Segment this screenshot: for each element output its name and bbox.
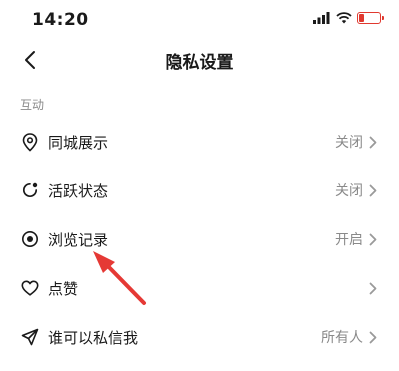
signal-icon: [313, 12, 330, 24]
nav-bar: 隐私设置: [0, 40, 399, 80]
activity-status-icon: [20, 180, 40, 200]
eye-icon: [20, 229, 40, 249]
chevron-right-icon: [367, 183, 379, 197]
battery-icon: [357, 12, 384, 24]
section-label: 互动: [20, 98, 45, 112]
system-icons: [313, 12, 384, 24]
send-icon: [20, 327, 40, 347]
setting-row-local-display[interactable]: 同城展示 关闭: [0, 118, 399, 166]
setting-label: 谁可以私信我: [48, 328, 139, 347]
setting-row-who-can-message[interactable]: 谁可以私信我 所有人: [0, 313, 399, 361]
chevron-right-icon: [367, 281, 379, 295]
setting-value: 所有人: [321, 330, 363, 346]
setting-value: 关闭: [335, 183, 363, 199]
wifi-icon: [336, 12, 352, 24]
setting-label: 点赞: [48, 279, 79, 298]
chevron-right-icon: [367, 330, 379, 344]
setting-value: 关闭: [335, 135, 363, 151]
chevron-right-icon: [367, 232, 379, 246]
setting-label: 活跃状态: [48, 181, 109, 200]
heart-icon: [20, 278, 40, 298]
chevron-right-icon: [367, 135, 379, 149]
status-bar: 14:20: [0, 0, 399, 40]
setting-label: 同城展示: [48, 133, 109, 152]
setting-row-likes[interactable]: 点赞: [0, 264, 399, 312]
status-time: 14:20: [32, 10, 89, 30]
location-pin-icon: [20, 132, 40, 152]
setting-value: 开启: [335, 232, 363, 248]
setting-row-activity-status[interactable]: 活跃状态 关闭: [0, 166, 399, 214]
setting-label: 浏览记录: [48, 230, 109, 249]
page-title: 隐私设置: [165, 53, 234, 73]
setting-row-browsing-history[interactable]: 浏览记录 开启: [0, 215, 399, 263]
